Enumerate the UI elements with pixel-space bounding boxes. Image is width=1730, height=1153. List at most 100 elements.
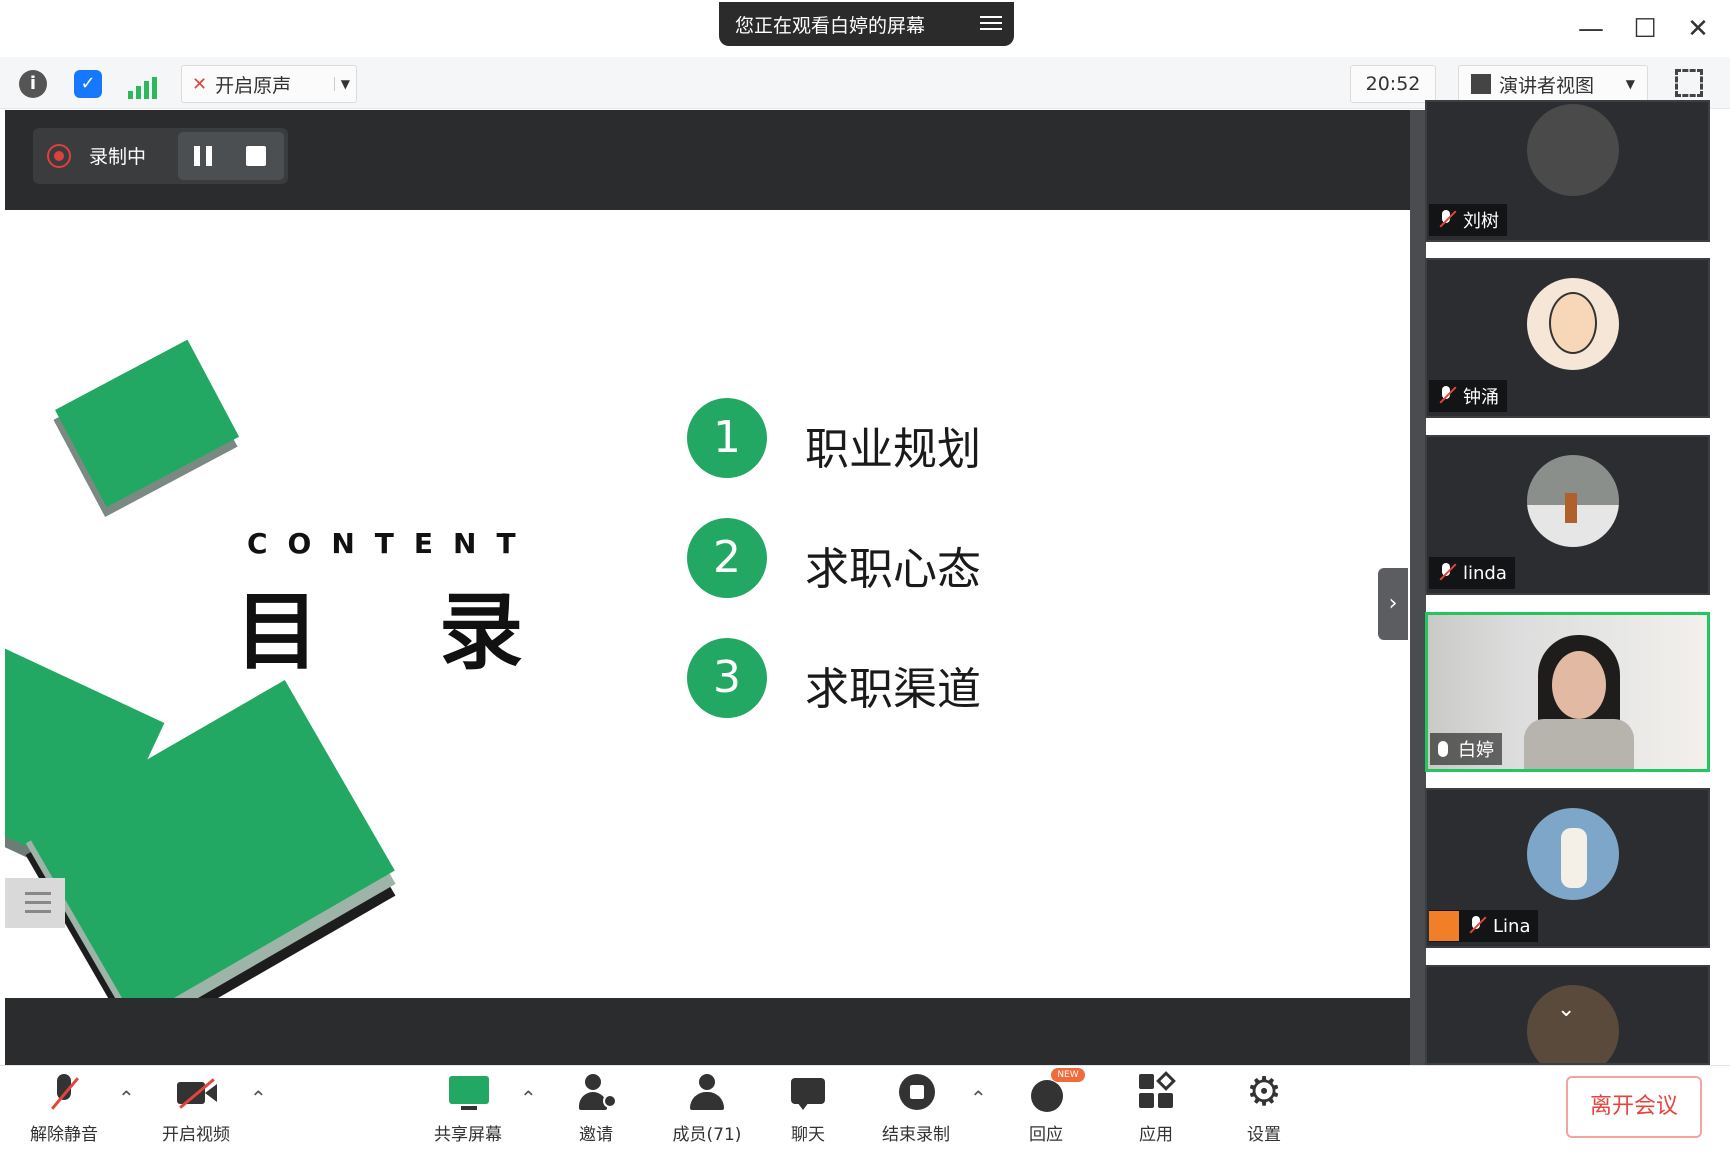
meeting-window: 您正在观看白婷的屏幕 — ☐ ✕ i ✓ ✕ 开启原声 ▼ 20:52 演讲者视… xyxy=(0,0,1730,1153)
leave-meeting-button[interactable]: 离开会议 xyxy=(1566,1076,1702,1138)
chevron-up-icon[interactable]: ⌃ xyxy=(520,1086,537,1110)
original-sound-label: 开启原声 xyxy=(215,74,292,97)
members-icon xyxy=(686,1072,728,1114)
mic-muted-icon xyxy=(1437,385,1457,407)
participant-tile[interactable]: linda xyxy=(1425,435,1710,595)
agenda-item-1: 职业规划 xyxy=(805,424,981,475)
participant-tile[interactable]: ⌄ xyxy=(1425,965,1710,1065)
screen-share-banner[interactable]: 您正在观看白婷的屏幕 xyxy=(719,2,1014,46)
add-user-icon xyxy=(575,1072,617,1114)
mic-muted-icon xyxy=(1437,209,1457,231)
agenda-item-2: 求职心态 xyxy=(805,544,981,595)
recording-controls xyxy=(178,132,284,180)
collapse-panel-chevron-icon[interactable]: › xyxy=(1378,568,1408,640)
chevron-up-icon[interactable]: ⌃ xyxy=(250,1086,267,1110)
members-label: 成员(71) xyxy=(672,1125,742,1145)
participant-name: 刘树 xyxy=(1463,211,1499,232)
avatar xyxy=(1527,104,1619,196)
slide-title: 目录 xyxy=(235,583,644,681)
participant-name: linda xyxy=(1463,562,1507,584)
pause-recording-button[interactable] xyxy=(178,132,230,180)
share-banner-label: 您正在观看白婷的屏幕 xyxy=(735,14,926,37)
mic-muted-icon xyxy=(43,1072,85,1114)
banner-menu-icon[interactable] xyxy=(980,12,1002,34)
participant-nametag: linda xyxy=(1429,557,1515,589)
apps-button[interactable]: 应用 xyxy=(1106,1070,1206,1150)
agenda-number-2: 2 xyxy=(687,518,767,598)
panel-divider[interactable] xyxy=(1410,110,1426,1065)
chevron-up-icon[interactable]: ⌃ xyxy=(118,1086,135,1110)
stop-recording-button[interactable]: 结束录制 xyxy=(866,1070,966,1150)
chevron-up-icon[interactable]: ⌃ xyxy=(970,1086,987,1110)
reaction-emoji-icon: NEW xyxy=(1025,1068,1085,1114)
apps-label: 应用 xyxy=(1139,1125,1173,1145)
chat-button[interactable]: 聊天 xyxy=(758,1070,858,1150)
participant-tile[interactable]: 刘树 xyxy=(1425,100,1710,242)
invite-label: 邀请 xyxy=(579,1125,613,1145)
presentation-slide: CONTENT 目录 1 职业规划 2 求职心态 3 求职渠道 xyxy=(5,210,1410,998)
participant-nametag: 刘树 xyxy=(1429,204,1507,236)
avatar xyxy=(1527,278,1619,370)
fullscreen-icon[interactable] xyxy=(1675,69,1703,97)
signal-strength-icon[interactable] xyxy=(128,77,158,99)
agenda-number-3: 3 xyxy=(687,638,767,718)
participant-nametag: Lina xyxy=(1429,910,1539,942)
participant-nametag: 白婷 xyxy=(1430,733,1502,765)
meeting-timer: 20:52 xyxy=(1350,65,1436,103)
participant-name: 钟涌 xyxy=(1463,387,1499,408)
participant-name: Lina xyxy=(1493,915,1531,937)
apps-grid-icon xyxy=(1135,1071,1177,1114)
speaker-muted-icon: ✕ xyxy=(192,73,208,95)
speaker-view-icon xyxy=(1471,74,1491,94)
reactions-label: 回应 xyxy=(1029,1125,1063,1145)
mic-active-icon xyxy=(1438,741,1448,757)
agenda-number-1: 1 xyxy=(687,398,767,478)
stop-record-icon xyxy=(895,1072,937,1114)
recording-status: 录制中 xyxy=(89,146,147,168)
chevron-down-icon[interactable]: ▼ xyxy=(1626,77,1635,91)
security-shield-icon[interactable]: ✓ xyxy=(74,70,102,98)
participant-name: 白婷 xyxy=(1458,740,1494,761)
recording-indicator: 录制中 xyxy=(33,128,288,184)
maximize-icon[interactable]: ☐ xyxy=(1630,14,1660,44)
slide-menu-icon[interactable] xyxy=(5,878,65,928)
participant-tile[interactable]: 钟涌 xyxy=(1425,258,1710,418)
gear-icon: ⚙ xyxy=(1246,1069,1282,1115)
settings-button[interactable]: ⚙ 设置 xyxy=(1214,1070,1314,1150)
participant-tile-active-speaker[interactable]: 白婷 xyxy=(1425,612,1710,772)
unmute-label: 解除静音 xyxy=(30,1125,98,1145)
stop-recording-label: 结束录制 xyxy=(882,1125,950,1145)
start-video-label: 开启视频 xyxy=(162,1125,230,1145)
share-screen-button[interactable]: 共享屏幕 xyxy=(418,1070,518,1150)
share-screen-label: 共享屏幕 xyxy=(434,1125,502,1145)
participant-tile[interactable]: Lina xyxy=(1425,788,1710,948)
info-icon[interactable]: i xyxy=(19,70,47,98)
reactions-button[interactable]: NEW 回应 xyxy=(996,1068,1096,1150)
stop-recording-icon[interactable] xyxy=(246,146,266,166)
share-screen-icon xyxy=(447,1072,489,1114)
avatar xyxy=(1527,808,1619,900)
invite-button[interactable]: 邀请 xyxy=(546,1070,646,1150)
mic-muted-icon xyxy=(1467,915,1487,937)
settings-label: 设置 xyxy=(1247,1125,1281,1145)
members-button[interactable]: 成员(71) xyxy=(652,1070,762,1150)
camera-off-icon xyxy=(175,1072,217,1114)
scroll-down-chevron-icon[interactable]: ⌄ xyxy=(1557,997,1575,1022)
slide-content-label: CONTENT xyxy=(247,527,536,560)
close-icon[interactable]: ✕ xyxy=(1683,14,1713,44)
pause-icon xyxy=(194,146,200,166)
chevron-down-icon[interactable]: ▼ xyxy=(333,77,350,91)
minimize-icon[interactable]: — xyxy=(1576,14,1606,44)
recording-dot-icon xyxy=(47,144,71,168)
agenda-item-3: 求职渠道 xyxy=(805,664,981,715)
view-mode-dropdown[interactable]: 演讲者视图 ▼ xyxy=(1458,65,1648,103)
host-badge-icon xyxy=(1429,911,1459,941)
chat-label: 聊天 xyxy=(791,1125,825,1145)
mic-muted-icon xyxy=(1437,562,1457,584)
start-video-button[interactable]: 开启视频 xyxy=(146,1070,246,1150)
chat-icon xyxy=(787,1072,829,1114)
unmute-button[interactable]: 解除静音 xyxy=(14,1070,114,1150)
original-sound-button[interactable]: ✕ 开启原声 ▼ xyxy=(181,65,357,103)
timer-text: 20:52 xyxy=(1365,73,1421,95)
participant-nametag: 钟涌 xyxy=(1429,380,1507,412)
